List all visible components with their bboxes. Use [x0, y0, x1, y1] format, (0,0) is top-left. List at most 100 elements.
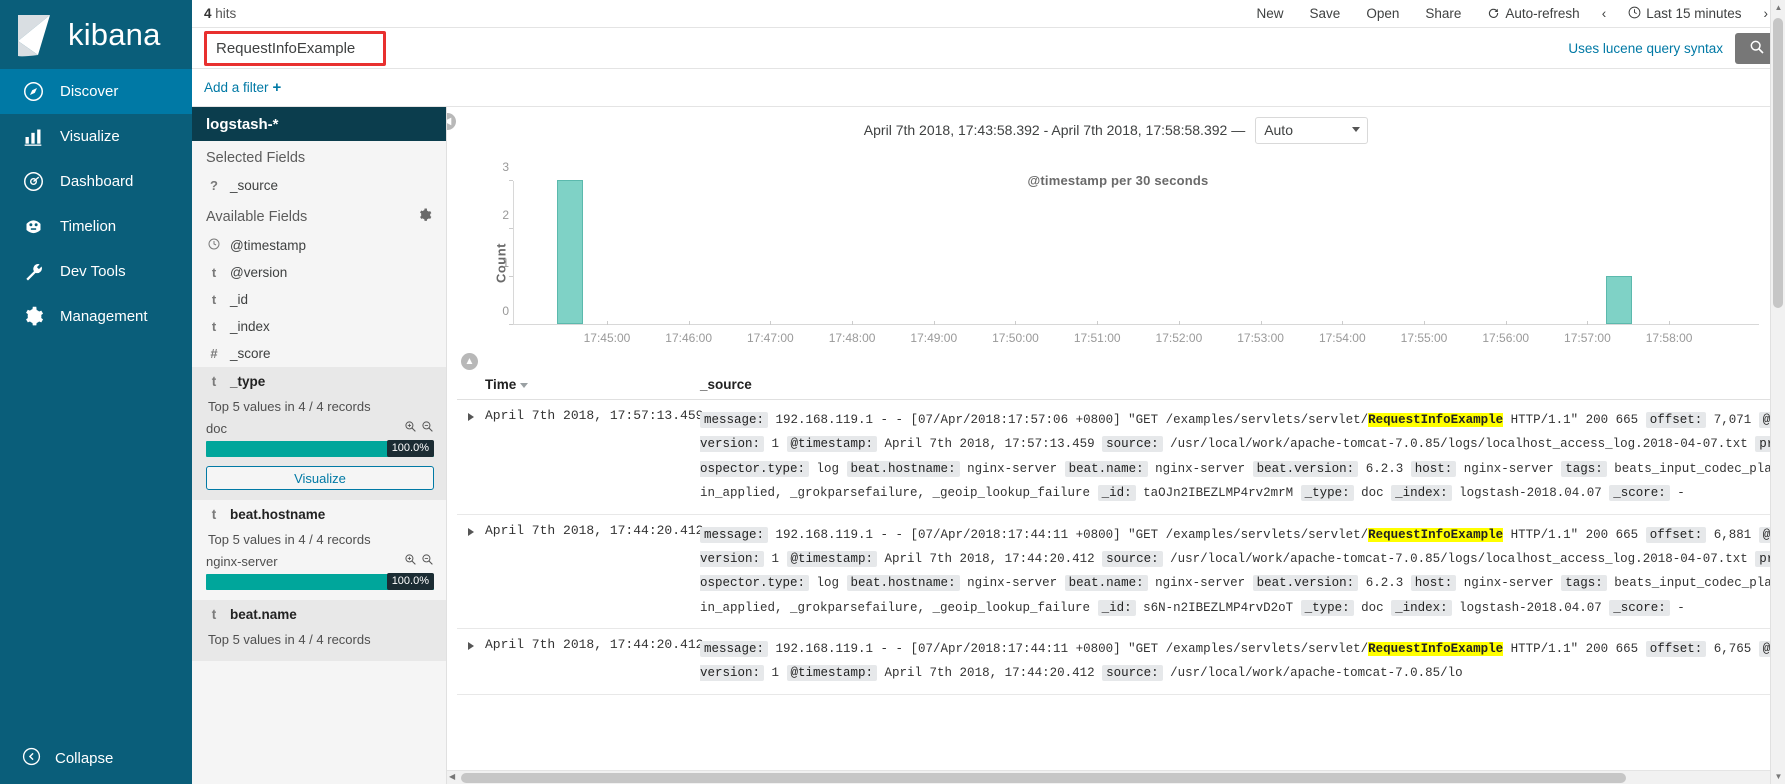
- field-item-timestamp[interactable]: @timestamp: [192, 232, 446, 259]
- add-filter-button[interactable]: Add a filter +: [204, 79, 281, 96]
- field-item-beat-hostname[interactable]: t beat.hostname: [206, 500, 434, 526]
- collapse-label: Collapse: [55, 749, 114, 767]
- sidebar-item-visualize[interactable]: Visualize: [0, 114, 192, 159]
- vscroll-thumb[interactable]: [1773, 18, 1783, 308]
- magnify-plus-icon[interactable]: [404, 420, 417, 436]
- top-values-label: Top 5 values in 4 / 4 records: [208, 532, 371, 547]
- scroll-left-arrow-icon[interactable]: ◀: [449, 772, 455, 781]
- chart-y-tick: 2: [502, 208, 509, 222]
- expand-cell: [457, 514, 485, 629]
- field-item-source[interactable]: ? _source: [192, 172, 446, 199]
- field-key: @timestamp:: [786, 550, 878, 567]
- kibana-app: kibana Discover Visualize Dashboard Time…: [0, 0, 1785, 784]
- field-key: beat.name:: [1064, 575, 1148, 592]
- field-key: _score:: [1609, 485, 1670, 502]
- expand-row-icon[interactable]: [468, 527, 474, 536]
- field-key: _type:: [1300, 485, 1354, 502]
- chart-x-tick-mark: [1015, 321, 1017, 325]
- share-button[interactable]: Share: [1412, 6, 1474, 21]
- expand-row-icon[interactable]: [468, 413, 474, 421]
- query-input-wrap: [192, 27, 1569, 69]
- field-item-id[interactable]: t _id: [192, 286, 446, 313]
- field-type-string-icon: t: [211, 292, 217, 307]
- field-name: _type: [230, 374, 266, 389]
- chart-x-tick: 17:45:00: [583, 331, 631, 345]
- field-key: tags:: [1561, 575, 1607, 592]
- top-values-label: Top 5 values in 4 / 4 records: [208, 399, 371, 414]
- chart-bar[interactable]: [1605, 276, 1632, 324]
- chart-x-tick-mark: [1669, 321, 1671, 325]
- chart-y-tick: 0: [502, 304, 509, 318]
- table-row[interactable]: April 7th 2018, 17:44:20.412 message: 192…: [457, 628, 1775, 695]
- vertical-scrollbar[interactable]: ▲ ▼: [1770, 0, 1785, 784]
- new-button[interactable]: New: [1244, 6, 1297, 21]
- save-button[interactable]: Save: [1297, 6, 1354, 21]
- collapse-chart-icon[interactable]: ▲: [461, 353, 478, 370]
- time-range-button[interactable]: Last 15 minutes: [1615, 6, 1754, 22]
- auto-refresh-button[interactable]: Auto-refresh: [1474, 6, 1592, 22]
- index-pattern-selector[interactable]: logstash-*: [192, 107, 446, 141]
- magnify-minus-icon[interactable]: [421, 420, 434, 436]
- chart-header: April 7th 2018, 17:43:58.392 - April 7th…: [447, 107, 1785, 149]
- time-cell: April 7th 2018, 17:57:13.459: [485, 399, 703, 515]
- query-bar: Uses lucene query syntax: [192, 27, 1785, 69]
- chart-x-tick: 17:50:00: [992, 331, 1039, 345]
- chart-x-axis: [513, 324, 1759, 325]
- table-row[interactable]: April 7th 2018, 17:44:20.412 message: 192…: [457, 514, 1775, 629]
- chart-x-tick: 17:53:00: [1237, 331, 1284, 345]
- time-prev-button[interactable]: ‹: [1593, 6, 1616, 21]
- field-item-version[interactable]: t @version: [192, 259, 446, 286]
- gear-icon[interactable]: [418, 208, 432, 226]
- field-key: offset:: [1645, 641, 1707, 657]
- sidebar-item-management[interactable]: Management: [0, 294, 192, 339]
- interval-select[interactable]: Auto: [1255, 116, 1369, 144]
- scroll-down-arrow-icon[interactable]: ▼: [1771, 769, 1785, 784]
- magnify-minus-icon[interactable]: [421, 553, 434, 569]
- chart-plot-area[interactable]: 0 1 2 3 17:45:00 17:46:00 17:47:00 17:48:00 17:4…: [502, 160, 1759, 345]
- auto-refresh-label: Auto-refresh: [1505, 6, 1580, 21]
- chart-x-tick-mark: [1342, 321, 1344, 325]
- chart-x-tick: 17:54:00: [1318, 331, 1366, 345]
- scroll-up-arrow-icon[interactable]: ▲: [1771, 0, 1785, 15]
- sidebar-item-timelion[interactable]: Timelion: [0, 204, 192, 249]
- sidebar-item-dashboard[interactable]: Dashboard: [0, 159, 192, 204]
- table-row[interactable]: April 7th 2018, 17:57:13.459 message: 192…: [457, 399, 1775, 515]
- collapse-nav-button[interactable]: Collapse: [0, 732, 192, 784]
- compass-icon: [22, 81, 44, 103]
- visualize-button[interactable]: Visualize: [206, 466, 434, 490]
- chart-y-axis: [513, 181, 514, 325]
- hscroll-thumb[interactable]: [461, 773, 1626, 783]
- field-key: source:: [1102, 436, 1163, 453]
- field-item-beat-name[interactable]: t beat.name: [206, 600, 434, 626]
- field-key: @timestamp:: [786, 665, 878, 682]
- field-name: _id: [230, 292, 249, 307]
- field-key: message:: [700, 526, 769, 543]
- magnify-plus-icon[interactable]: [404, 553, 417, 569]
- horizontal-scrollbar[interactable]: ◀: [447, 770, 1770, 784]
- time-column-header[interactable]: Time: [485, 357, 700, 400]
- chart-x-tick: 17:46:00: [665, 331, 713, 345]
- field-type-string-icon: t: [211, 507, 217, 522]
- collapse-icon: [22, 747, 41, 770]
- chart-bar[interactable]: [556, 180, 583, 324]
- chart-y-tick-mark: [509, 324, 513, 325]
- add-filter-label: Add a filter: [204, 80, 269, 95]
- source-column-header[interactable]: _source: [700, 357, 1775, 400]
- sidebar-item-label: Timelion: [60, 218, 117, 235]
- field-detail-beat-hostname: t beat.hostname Top 5 values in 4 / 4 re…: [192, 500, 446, 600]
- documents-table: Time _source April 7th 2018, 17:57:13.45…: [457, 357, 1775, 695]
- plus-icon: +: [272, 79, 282, 96]
- field-item-index[interactable]: t _index: [192, 313, 446, 340]
- sort-caret-icon[interactable]: [520, 382, 529, 388]
- field-item-type[interactable]: t _type: [206, 367, 434, 393]
- sidebar-item-discover[interactable]: Discover: [0, 69, 192, 114]
- sidebar-item-dev-tools[interactable]: Dev Tools: [0, 249, 192, 294]
- sidebar-item-label: Dev Tools: [60, 263, 126, 280]
- field-item-score[interactable]: # _score: [192, 340, 446, 367]
- time-column-label: Time: [485, 377, 517, 392]
- field-type-string-icon: t: [211, 265, 217, 280]
- chart-y-tick-mark: [509, 228, 513, 229]
- expand-row-icon[interactable]: [468, 642, 474, 650]
- open-button[interactable]: Open: [1353, 6, 1412, 21]
- search-input[interactable]: [192, 27, 1569, 69]
